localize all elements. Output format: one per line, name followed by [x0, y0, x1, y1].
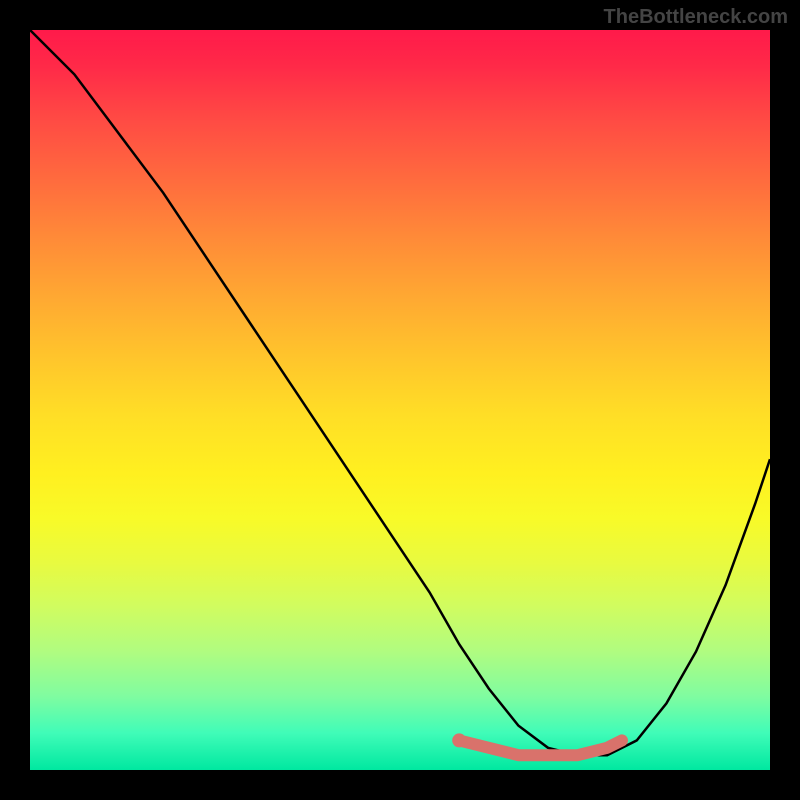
chart-container: TheBottleneck.com: [0, 0, 800, 800]
watermark-text: TheBottleneck.com: [604, 6, 788, 29]
plot-area: [30, 30, 770, 770]
chart-svg: [30, 30, 770, 770]
highlight-point-marker: [452, 733, 466, 747]
bottleneck-curve-line: [30, 30, 770, 755]
